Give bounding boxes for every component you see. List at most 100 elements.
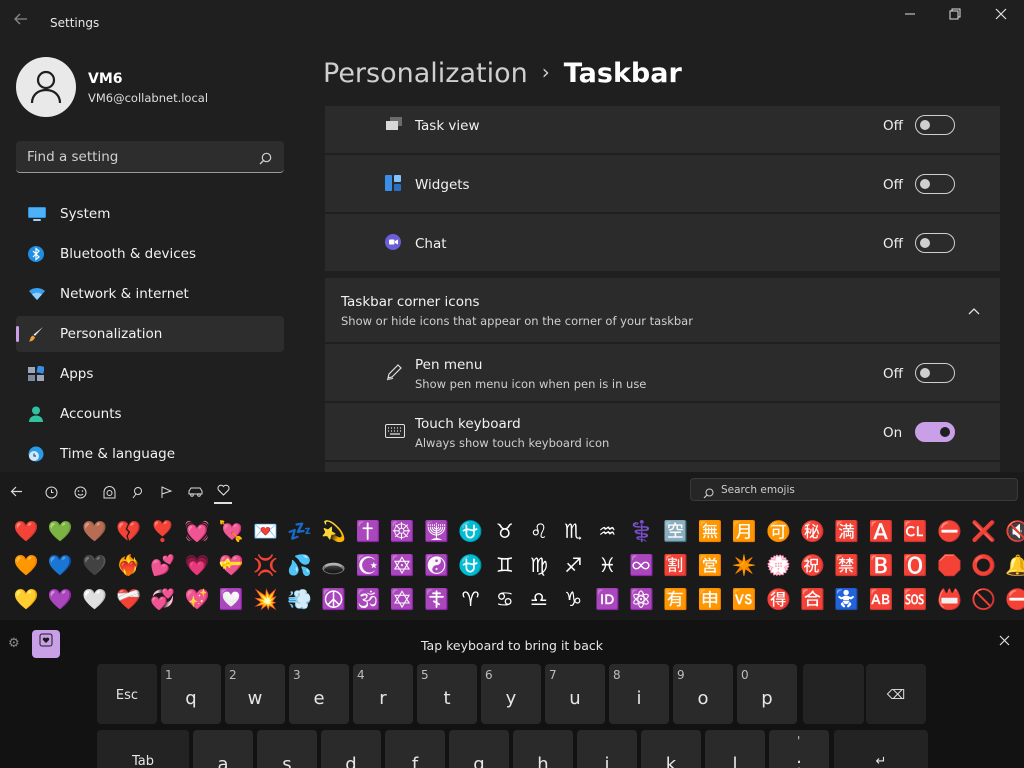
key-g[interactable]: g <box>449 730 509 768</box>
emoji-item[interactable]: 💗 <box>182 550 212 580</box>
emoji-item[interactable]: 💓 <box>182 516 212 546</box>
emoji-item[interactable]: ⚛️ <box>627 584 657 614</box>
emoji-item[interactable]: 💮 <box>763 550 793 580</box>
emoji-item[interactable]: 💜 <box>45 584 75 614</box>
sidebar-item-apps[interactable]: Apps <box>16 356 284 392</box>
key-h[interactable]: h <box>513 730 573 768</box>
key-a[interactable]: a <box>193 730 253 768</box>
emoji-item[interactable]: ♐ <box>558 550 588 580</box>
emoji-item[interactable]: ♎ <box>524 584 554 614</box>
emoji-item[interactable]: ♏ <box>558 516 588 546</box>
emoji-item[interactable]: 💝 <box>216 550 246 580</box>
widgets-toggle[interactable] <box>915 174 955 194</box>
emoji-item[interactable]: 🈹 <box>661 550 691 580</box>
emoji-item[interactable]: 🈚 <box>695 516 725 546</box>
sidebar-item-accounts[interactable]: Accounts <box>16 396 284 432</box>
emoji-item[interactable]: 🚫 <box>969 584 999 614</box>
search-icon[interactable] <box>259 150 272 169</box>
emoji-item[interactable]: 🈷️ <box>729 516 759 546</box>
emoji-item[interactable]: ♑ <box>558 584 588 614</box>
chevron-up-icon[interactable] <box>968 300 980 319</box>
key-esc[interactable]: Esc <box>97 664 157 724</box>
emoji-item[interactable]: 🕎 <box>421 516 451 546</box>
food-icon[interactable] <box>157 486 175 502</box>
key-tab[interactable]: Tab <box>97 730 189 768</box>
emoji-item[interactable]: 🆑 <box>900 516 930 546</box>
emoji-item[interactable]: 🔔 <box>1003 550 1024 580</box>
key-e[interactable]: 3e <box>289 664 349 724</box>
key-i[interactable]: 8i <box>609 664 669 724</box>
emoji-item[interactable]: 🆘 <box>900 584 930 614</box>
celebration-icon[interactable] <box>128 486 146 502</box>
close-button[interactable] <box>978 6 1024 28</box>
emoji-item[interactable]: 🈴 <box>798 584 828 614</box>
emoji-item[interactable]: 💤 <box>285 516 315 546</box>
emoji-item[interactable]: 🚼 <box>832 584 862 614</box>
sidebar-item-time-language[interactable]: Time & language <box>16 436 284 472</box>
taskbar-corner-icons-section[interactable]: Taskbar corner icons Show or hide icons … <box>325 278 1000 342</box>
emoji-item[interactable]: ❤️‍🔥 <box>114 550 144 580</box>
key-enter[interactable]: ↵ <box>834 730 928 768</box>
task-view-toggle[interactable] <box>915 115 955 135</box>
key-q[interactable]: 1q <box>161 664 221 724</box>
emoji-item[interactable]: 💖 <box>182 584 212 614</box>
emoji-item[interactable]: ♉ <box>490 516 520 546</box>
restore-button[interactable] <box>932 6 978 28</box>
emoji-item[interactable]: 🈺 <box>695 550 725 580</box>
emoji-item[interactable]: 🕳️ <box>319 550 349 580</box>
sidebar-item-network[interactable]: Network & internet <box>16 276 284 312</box>
emoji-item[interactable]: ✝️ <box>353 516 383 546</box>
key-w[interactable]: 2w <box>225 664 285 724</box>
emoji-item[interactable]: 🅾️ <box>900 550 930 580</box>
emoji-item[interactable]: ♊ <box>490 550 520 580</box>
emoji-item[interactable]: ⛔ <box>934 516 964 546</box>
emoji-item[interactable]: ⛔ <box>1003 584 1024 614</box>
recent-icon[interactable] <box>42 486 60 502</box>
breadcrumb-parent[interactable]: Personalization <box>323 58 528 89</box>
key-d[interactable]: d <box>321 730 381 768</box>
emoji-item[interactable]: 🛑 <box>934 550 964 580</box>
emoji-item[interactable]: 🤍 <box>79 584 109 614</box>
key-y[interactable]: 6y <box>481 664 541 724</box>
emoji-item[interactable]: ♌ <box>524 516 554 546</box>
emoji-item[interactable]: 💘 <box>216 516 246 546</box>
emoji-item[interactable]: 🆔 <box>592 584 622 614</box>
emoji-item[interactable]: 💞 <box>148 584 178 614</box>
key-k[interactable]: k <box>641 730 701 768</box>
emoji-item[interactable]: ㊙️ <box>798 516 828 546</box>
key-j[interactable]: j <box>577 730 637 768</box>
emoji-item[interactable]: 🧡 <box>11 550 41 580</box>
travel-icon[interactable] <box>186 486 204 502</box>
emoji-item[interactable]: 💫 <box>319 516 349 546</box>
key-p[interactable]: 0p <box>737 664 797 724</box>
emoji-item[interactable]: 🉐 <box>763 584 793 614</box>
emoji-item[interactable]: ⚕️ <box>627 516 657 546</box>
key-s[interactable]: s <box>257 730 317 768</box>
key-o[interactable]: 9o <box>673 664 733 724</box>
emoji-item[interactable]: ♒ <box>592 516 622 546</box>
key-blank[interactable] <box>803 664 864 724</box>
smiley-icon[interactable] <box>71 486 89 502</box>
emoji-item[interactable]: ❣️ <box>148 516 178 546</box>
emoji-item[interactable]: ✡️ <box>387 584 417 614</box>
key-t[interactable]: 5t <box>417 664 477 724</box>
emoji-item[interactable]: 💨 <box>285 584 315 614</box>
emoji-item[interactable]: 💌 <box>250 516 280 546</box>
chat-toggle[interactable] <box>915 233 955 253</box>
emoji-item[interactable]: ☸️ <box>387 516 417 546</box>
emoji-item[interactable]: ❤️‍🩹 <box>114 584 144 614</box>
emoji-item[interactable]: ⛎ <box>456 550 486 580</box>
key-backspace[interactable]: ⌫ <box>866 664 926 724</box>
emoji-item[interactable]: 💢 <box>250 550 280 580</box>
emoji-item[interactable]: 🔯 <box>387 550 417 580</box>
sidebar-item-system[interactable]: System <box>16 196 284 232</box>
emoji-item[interactable]: ㊗️ <box>798 550 828 580</box>
emoji-item[interactable]: 🅱️ <box>866 550 896 580</box>
emoji-item[interactable]: 📛 <box>934 584 964 614</box>
touch-keyboard-toggle[interactable] <box>915 422 955 442</box>
emoji-item[interactable]: ♈ <box>456 584 486 614</box>
back-arrow-icon[interactable] <box>14 12 34 32</box>
emoji-item[interactable]: 💔 <box>114 516 144 546</box>
touch-keyboard[interactable]: ⚙ Tap keyboard to bring it back Esc 1 q 2 w 3… <box>0 620 1024 768</box>
emoji-item[interactable]: 💚 <box>45 516 75 546</box>
